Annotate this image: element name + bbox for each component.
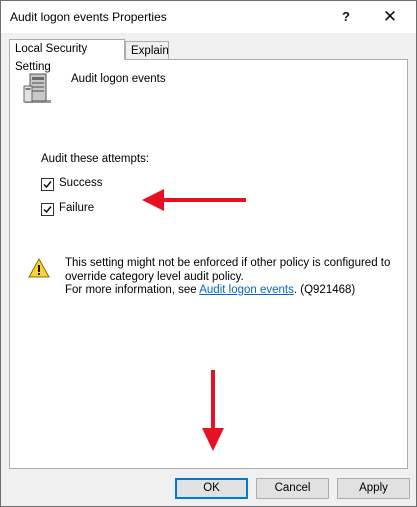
warning-icon	[28, 257, 50, 281]
warning-line-3-suffix: . (Q921468)	[293, 284, 356, 296]
warning-line-3: For more information, see Audit logon ev…	[65, 284, 400, 298]
failure-checkbox[interactable]	[41, 203, 54, 216]
success-label[interactable]: Success	[59, 177, 102, 189]
failure-label[interactable]: Failure	[59, 202, 94, 214]
success-checkbox[interactable]	[41, 178, 54, 191]
checkmark-icon	[43, 206, 52, 214]
audit-heading: Audit these attempts:	[41, 153, 150, 165]
audit-logon-events-link[interactable]: Audit logon events	[199, 284, 294, 296]
title-bar: Audit logon events Properties ? ✕	[1, 1, 416, 33]
close-button[interactable]: ✕	[367, 1, 413, 33]
properties-dialog: Audit logon events Properties ? ✕ Local …	[0, 0, 417, 507]
tab-local-security-setting[interactable]: Local Security Setting	[9, 39, 125, 73]
cancel-button[interactable]: Cancel	[256, 478, 329, 499]
warning-text: This setting might not be enforced if ot…	[65, 257, 400, 298]
server-icon	[23, 72, 53, 109]
warning-line-3-prefix: For more information, see	[65, 284, 200, 296]
tab-panel: Audit logon events Audit these attempts:…	[9, 59, 408, 469]
ok-button[interactable]: OK	[175, 478, 248, 499]
policy-name: Audit logon events	[71, 73, 166, 85]
warning-line-2: override category level audit policy.	[65, 270, 244, 283]
warning-line-1: This setting might not be enforced if ot…	[65, 257, 391, 269]
help-button[interactable]: ?	[323, 1, 369, 33]
checkmark-icon	[43, 181, 52, 189]
apply-button[interactable]: Apply	[337, 478, 410, 499]
tab-explain[interactable]: Explain	[125, 41, 169, 60]
window-title: Audit logon events Properties	[10, 10, 167, 24]
